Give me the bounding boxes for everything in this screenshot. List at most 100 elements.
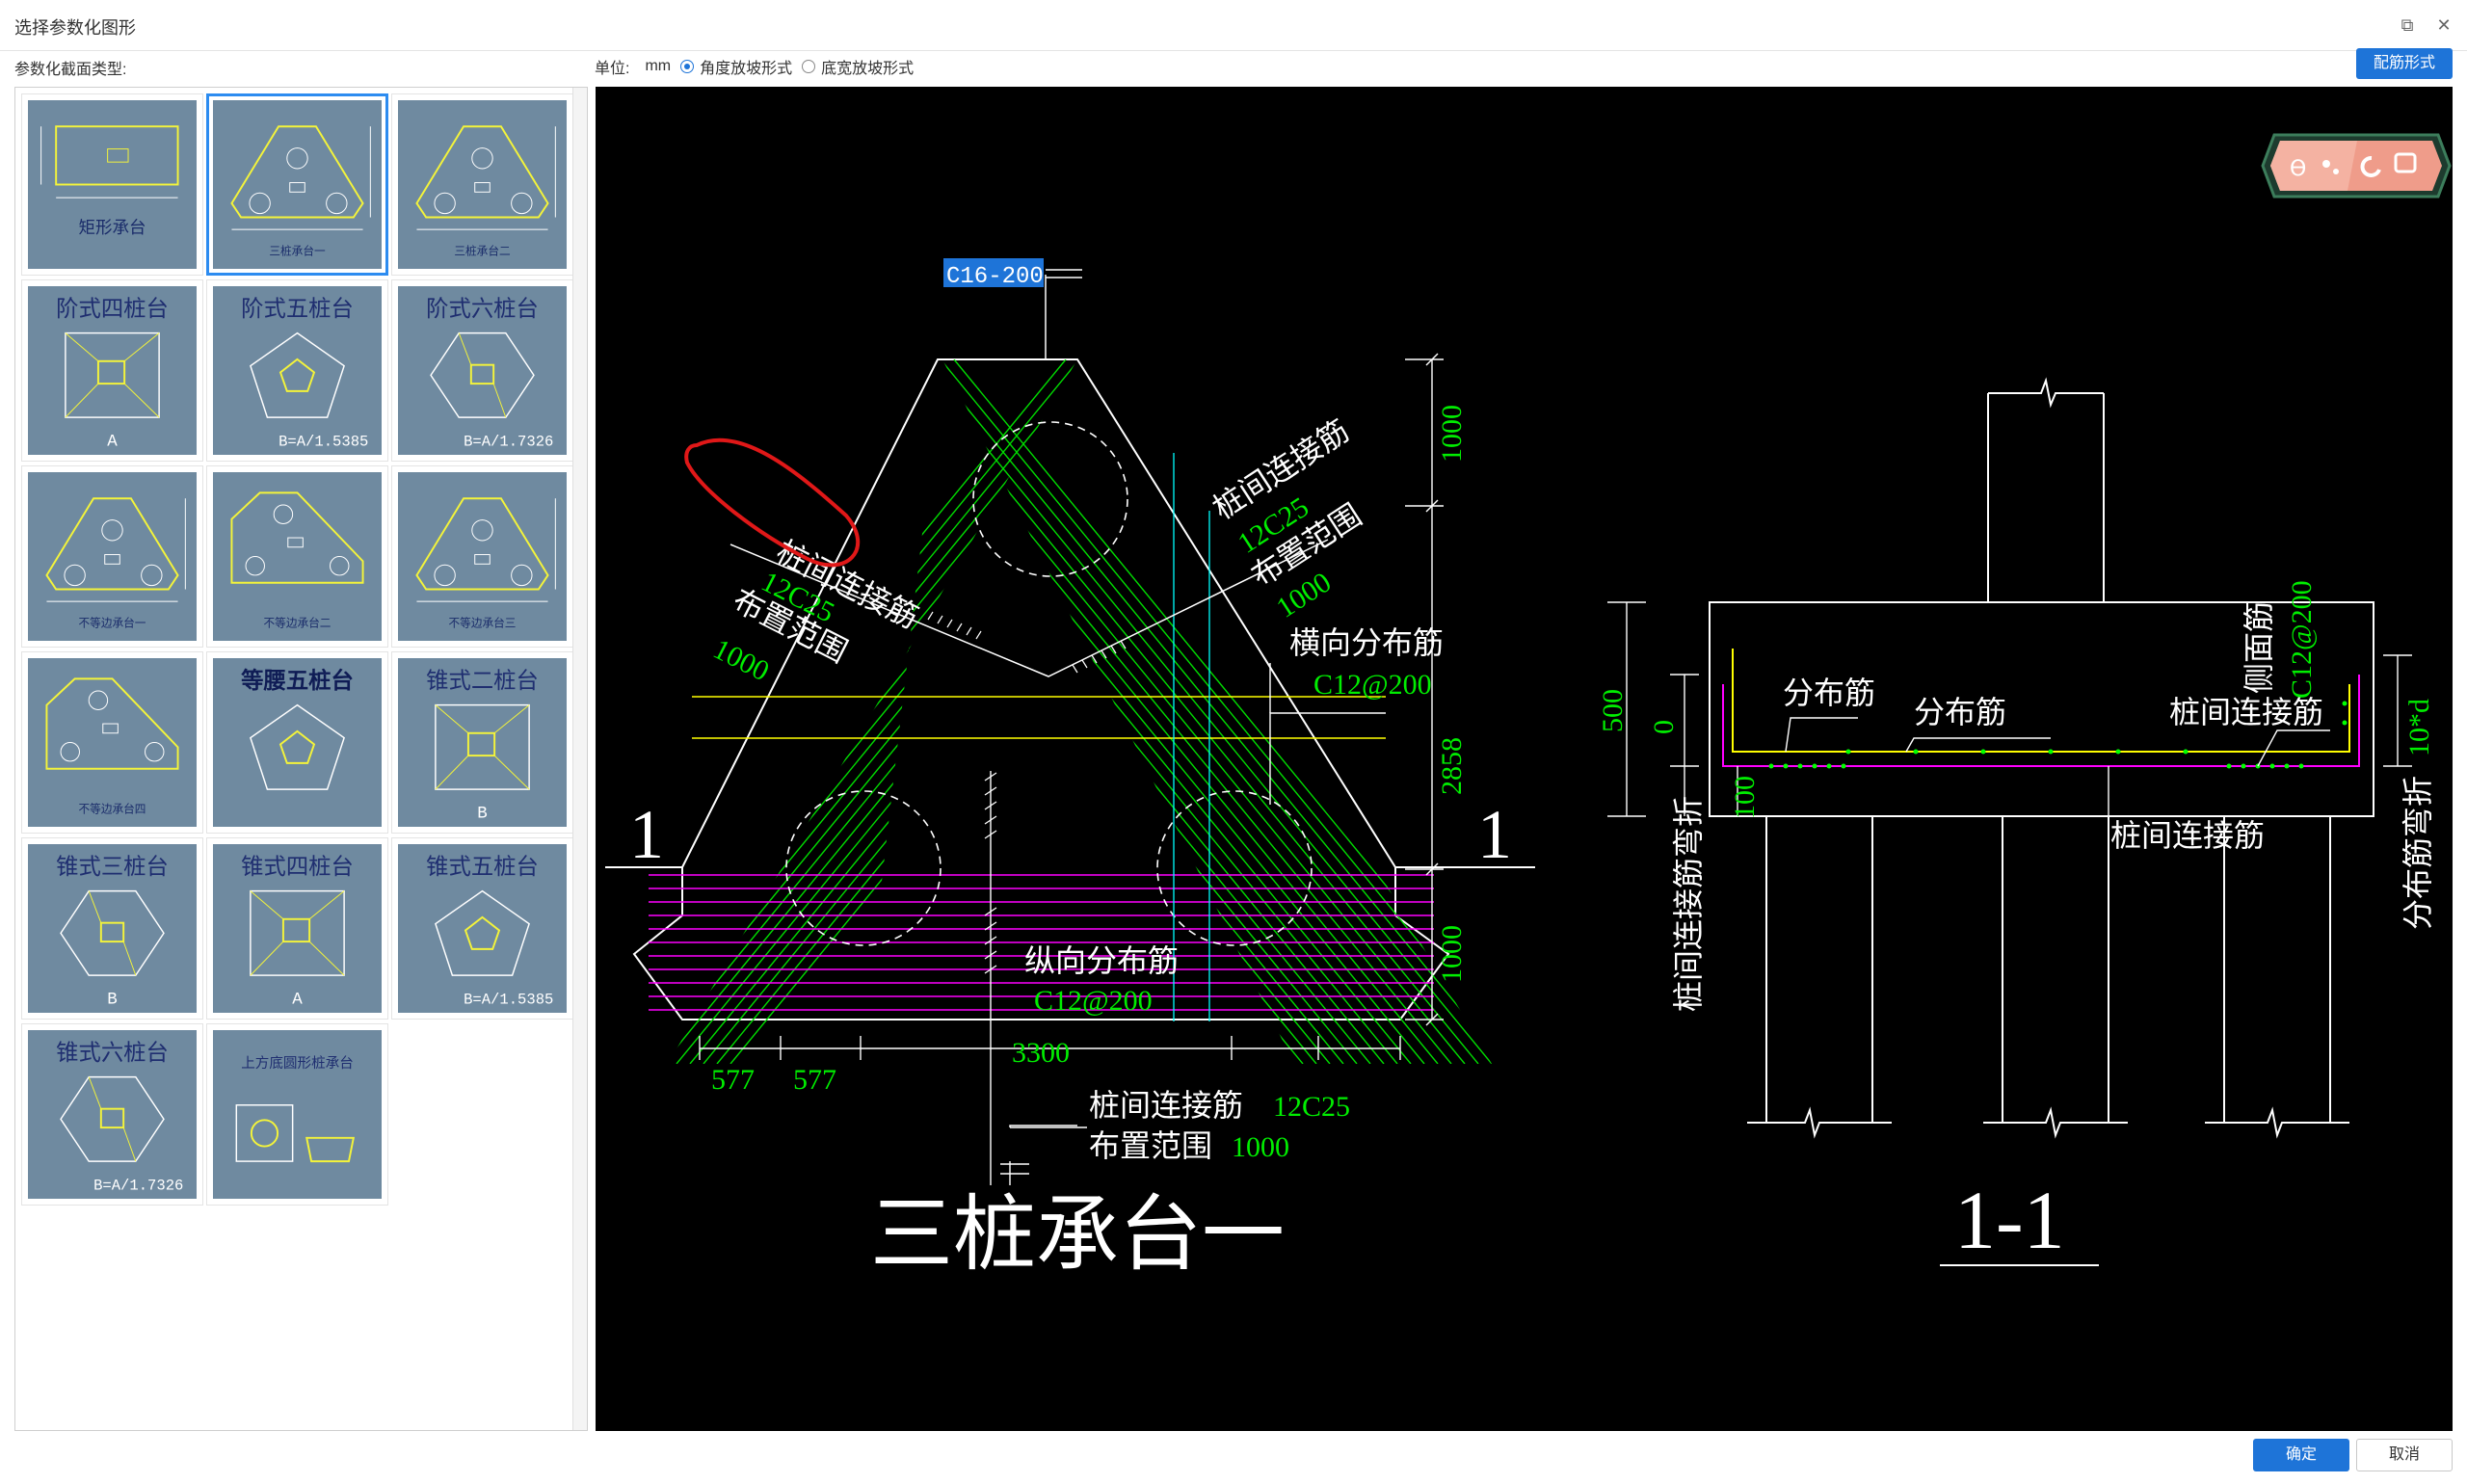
thumbnail-name: 三桩承台二 xyxy=(454,244,511,257)
section-mark-right: 1 xyxy=(1477,796,1512,873)
window-title: 选择参数化图形 xyxy=(14,18,136,38)
dim-bot: 1000 xyxy=(1436,925,1468,983)
bottom-range-label: 布置范围 xyxy=(1089,1127,1212,1164)
thumbnail-round[interactable]: 上方底圆形桩承台 xyxy=(206,1023,388,1206)
thumbnail-image: 上方底圆形桩承台 xyxy=(213,1030,382,1199)
thumbnail-name: 锥式四桩台 xyxy=(241,853,354,880)
pile-circle-top xyxy=(972,421,1128,577)
thumbnail-image: 锥式四桩台 A xyxy=(213,844,382,1013)
thumbnail-name: 阶式六桩台 xyxy=(426,295,539,322)
right-vert-label: 分布筋弯折 xyxy=(2400,776,2436,930)
dim-0: 0 xyxy=(1648,720,1680,734)
right-vert-dim: 10*d xyxy=(2403,699,2435,756)
bottom-range-value: 1000 xyxy=(1232,1131,1289,1163)
ok-button[interactable]: 确定 xyxy=(2253,1439,2349,1471)
thumbnail-image: 锥式六桩台 B=A/1.7326 xyxy=(28,1030,197,1199)
sec-dist-label-1: 分布筋 xyxy=(1783,675,1875,711)
thumbnail-image: 等腰五桩台 xyxy=(213,658,382,827)
thumbnail-rect[interactable]: 矩形承台 xyxy=(21,93,203,276)
thumbnail-name: 阶式五桩台 xyxy=(241,295,354,322)
top-rebar-label: C16-200 xyxy=(946,264,1044,290)
unit-bar: 单位: mm 角度放坡形式 底宽放坡形式 xyxy=(595,54,914,79)
list-scrollbar[interactable] xyxy=(572,88,587,1430)
thumbnail-cone3[interactable]: 锥式三桩台 B xyxy=(21,837,203,1020)
thumbnail-step6[interactable]: 阶式六桩台 B=A/1.7326 xyxy=(391,279,573,462)
bottom-conn-label: 桩间连接筋 xyxy=(1089,1087,1243,1124)
drawing-canvas[interactable]: C16-200 桩间连接筋 12C25 布置范围 1000 桩间连接筋 12C2… xyxy=(596,87,2453,1431)
thumbnail-name: 上方底圆形桩承台 xyxy=(241,1055,354,1072)
thumbnail-uneq4[interactable]: 不等边承台四 xyxy=(21,651,203,834)
thumbnail-image: 锥式二桩台 B xyxy=(398,658,567,827)
longitudinal-spec: C12@200 xyxy=(1034,985,1153,1017)
thumbnail-image: 阶式六桩台 B=A/1.7326 xyxy=(398,286,567,455)
sec-dist-label-2: 分布筋 xyxy=(1914,694,2006,730)
thumbnail-image: 不等边承台二 xyxy=(213,472,382,641)
thumbnail-name: 锥式六桩台 xyxy=(56,1039,169,1066)
radio-angle-slope-label[interactable]: 角度放坡形式 xyxy=(700,55,792,78)
thumbnail-tri2[interactable]: 三桩承台二 xyxy=(391,93,573,276)
view-widget[interactable]: ϴ xyxy=(2261,133,2452,199)
thumbnail-image: 锥式五桩台 B=A/1.5385 xyxy=(398,844,567,1013)
thumbnail-cone2[interactable]: 锥式二桩台 B xyxy=(391,651,573,834)
plan-title: 三桩承台一 xyxy=(870,1186,1285,1283)
left-vert-label: 桩间连接筋弯折 xyxy=(1670,796,1707,1012)
thumbnail-name: 等腰五桩台 xyxy=(241,667,354,694)
radio-angle-slope[interactable] xyxy=(680,60,695,73)
thumbnail-name: 三桩承台一 xyxy=(269,244,326,257)
thumbnail-uneq2[interactable]: 不等边承台二 xyxy=(206,465,388,648)
thumbnail-subtitle: B=A/1.7326 xyxy=(93,1177,183,1194)
section-title: 1-1 xyxy=(1954,1174,2065,1266)
restore-icon[interactable]: ⧉ xyxy=(2392,10,2423,40)
red-markup-ellipse xyxy=(684,437,861,568)
thumbnail-uneq1[interactable]: 不等边承台一 xyxy=(21,465,203,648)
thumbnail-name: 阶式四桩台 xyxy=(56,295,169,322)
unit-label: 单位: xyxy=(595,61,630,77)
thumbnail-subtitle: A xyxy=(107,432,118,451)
longitudinal-label: 纵向分布筋 xyxy=(1024,942,1179,979)
rebar-form-button[interactable]: 配筋形式 xyxy=(2356,48,2453,79)
cancel-button[interactable]: 取消 xyxy=(2356,1439,2453,1471)
thumbnail-tri1[interactable]: 三桩承台一 xyxy=(206,93,388,276)
dim-mid: 2858 xyxy=(1436,737,1468,795)
cad-drawing: C16-200 桩间连接筋 12C25 布置范围 1000 桩间连接筋 12C2… xyxy=(605,258,2436,1283)
title-bar: 选择参数化图形 ⧉ ✕ xyxy=(0,0,2467,51)
thumbnail-cone4[interactable]: 锥式四桩台 A xyxy=(206,837,388,1020)
section-type-label: 参数化截面类型: xyxy=(14,62,127,78)
thumbnail-subtitle: B xyxy=(107,990,118,1009)
thumbnail-subtitle: B=A/1.7326 xyxy=(464,433,553,450)
thumbnail-image: 不等边承台四 xyxy=(28,658,197,827)
thumbnail-image: 阶式五桩台 B=A/1.5385 xyxy=(213,286,382,455)
thumbnail-subtitle: B xyxy=(477,804,488,823)
bottom-conn-spec: 12C25 xyxy=(1273,1091,1350,1123)
thumbnail-step5[interactable]: 阶式五桩台 B=A/1.5385 xyxy=(206,279,388,462)
side-bar-spec: C12@200 xyxy=(2286,580,2318,699)
thumbnail-name: 不等边承台三 xyxy=(449,616,517,629)
left-range-value: 1000 xyxy=(708,633,774,688)
thumbnail-subtitle: A xyxy=(292,990,303,1009)
dim-577-b: 577 xyxy=(793,1064,836,1096)
thumbnail-name: 锥式二桩台 xyxy=(426,667,539,694)
thumbnail-cone5[interactable]: 锥式五桩台 B=A/1.5385 xyxy=(391,837,573,1020)
radio-width-slope-label[interactable]: 底宽放坡形式 xyxy=(821,55,914,78)
thumbnail-name: 不等边承台四 xyxy=(79,802,146,815)
section-type-list: 矩形承台 三桩承台一 三桩承台二 阶式四桩台 A 阶式五桩台 B=A/1.5385 阶式六桩台… xyxy=(14,87,588,1431)
thumbnail-image: 三桩承台一 xyxy=(213,100,382,269)
thumbnail-image: 不等边承台三 xyxy=(398,472,567,641)
thumbnail-name: 锥式五桩台 xyxy=(426,853,539,880)
transverse-spec: C12@200 xyxy=(1313,669,1432,701)
thumbnail-iso5[interactable]: 等腰五桩台 xyxy=(206,651,388,834)
thumbnail-name: 不等边承台一 xyxy=(79,616,146,629)
dim-500: 500 xyxy=(1597,689,1629,732)
dim-3300: 3300 xyxy=(1012,1037,1070,1069)
thumbnail-uneq3[interactable]: 不等边承台三 xyxy=(391,465,573,648)
thumbnail-step4[interactable]: 阶式四桩台 A xyxy=(21,279,203,462)
dim-577-a: 577 xyxy=(711,1064,755,1096)
thumbnail-cone6[interactable]: 锥式六桩台 B=A/1.7326 xyxy=(21,1023,203,1206)
thumbnail-image: 阶式四桩台 A xyxy=(28,286,197,455)
radio-width-slope[interactable] xyxy=(802,60,816,73)
thumbnail-image: 锥式三桩台 B xyxy=(28,844,197,1013)
section-mark-left: 1 xyxy=(629,796,664,873)
close-icon[interactable]: ✕ xyxy=(2428,10,2459,40)
pile-circle-right xyxy=(1156,790,1313,946)
thumbnail-name: 矩形承台 xyxy=(79,219,146,238)
